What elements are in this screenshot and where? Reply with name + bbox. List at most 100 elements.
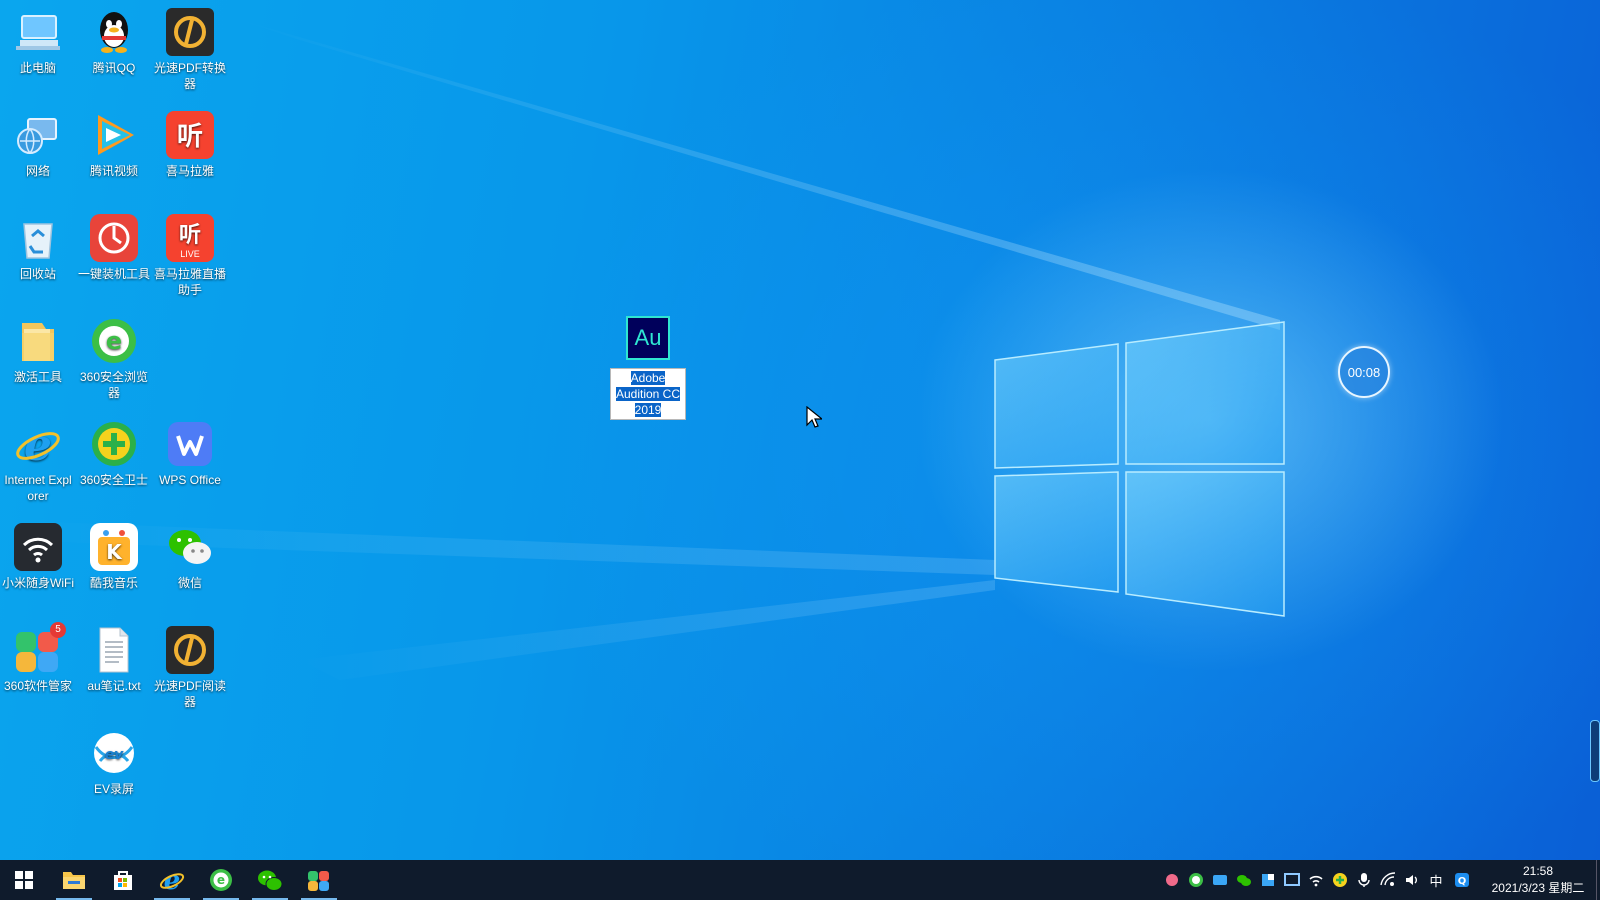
desktop-icon-label: 腾讯视频 bbox=[89, 164, 138, 178]
desktop-icon-label: 小米随身WiFi bbox=[2, 576, 74, 590]
ximalaya-live-icon: 听 LIVE bbox=[166, 214, 214, 262]
wechat-icon bbox=[166, 523, 214, 571]
tray-wifi-icon[interactable] bbox=[1306, 870, 1326, 890]
this-pc-icon bbox=[14, 8, 62, 56]
taskbar-wechat[interactable] bbox=[246, 860, 294, 900]
pdf-converter-icon bbox=[166, 8, 214, 56]
file-explorer-icon bbox=[63, 872, 85, 889]
desktop-icon-360-security[interactable]: 360安全卫士 bbox=[76, 414, 152, 488]
taskbar-file-explorer[interactable] bbox=[50, 860, 98, 900]
recycle-bin-icon bbox=[14, 214, 62, 262]
tray-wechat-icon[interactable] bbox=[1234, 870, 1254, 890]
network-icon bbox=[14, 111, 62, 159]
desktop-icon-xiaomi-wifi[interactable]: 小米随身WiFi bbox=[0, 517, 76, 591]
desktop-icon-label: 360安全浏览器 bbox=[79, 370, 149, 400]
label-line: Adobe bbox=[630, 371, 666, 385]
side-volume-handle[interactable] bbox=[1590, 720, 1600, 782]
desktop-icon-label: 微信 bbox=[177, 576, 202, 590]
desktop-icon-label: 360安全卫士 bbox=[79, 473, 149, 487]
wallpaper-windows-logo bbox=[0, 20, 1285, 680]
svg-text:e: e bbox=[24, 420, 52, 468]
qq-penguin-icon bbox=[90, 8, 138, 56]
desktop-icon-ximalaya-live[interactable]: 听 LIVE 喜马拉雅直播助手 bbox=[152, 208, 228, 298]
desktop[interactable]: 此电脑 网络 回收站 激活工具 e Internet Explorer 小米随身… bbox=[0, 0, 1600, 860]
desktop-icon-install-tool[interactable]: 一键装机工具 bbox=[76, 208, 152, 282]
desktop-icon-wechat[interactable]: 微信 bbox=[152, 517, 228, 591]
desktop-icon-label: 喜马拉雅直播助手 bbox=[154, 267, 227, 297]
desktop-icon-ev-recorder[interactable]: ev EV录屏 bbox=[76, 723, 152, 797]
desktop-icon-recycle-bin[interactable]: 回收站 bbox=[0, 208, 76, 282]
taskbar-internet-explorer[interactable]: e bbox=[148, 860, 196, 900]
mouse-cursor-icon bbox=[806, 406, 822, 428]
svg-text:K: K bbox=[106, 540, 123, 564]
desktop-icon-tencent-video[interactable]: 腾讯视频 bbox=[76, 105, 152, 179]
folder-icon bbox=[14, 317, 62, 365]
svg-text:Q: Q bbox=[1458, 876, 1467, 887]
desktop-icon-label: 酷我音乐 bbox=[89, 576, 138, 590]
svg-text:ev: ev bbox=[105, 747, 124, 763]
tray-app-icon[interactable] bbox=[1258, 870, 1278, 890]
taskbar-clock[interactable]: 21:58 2021/3/23 星期二 bbox=[1480, 863, 1596, 897]
desktop-icon-360-software-manager[interactable]: 5 360软件管家 bbox=[0, 620, 76, 694]
tray-ime-indicator[interactable]: 中 bbox=[1426, 870, 1446, 890]
desktop-icon-pdf-reader[interactable]: 光速PDF阅读器 bbox=[152, 620, 228, 710]
svg-text:e: e bbox=[106, 327, 122, 355]
ximalaya-icon: 听 bbox=[166, 111, 214, 159]
tray-volume-icon[interactable] bbox=[1402, 870, 1422, 890]
clock-time: 21:58 bbox=[1522, 864, 1554, 878]
tray-qq-icon[interactable] bbox=[1210, 870, 1230, 890]
notification-badge: 5 bbox=[50, 622, 66, 638]
taskbar-360-software-manager[interactable] bbox=[295, 860, 343, 900]
desktop-icon-kuwo-music[interactable]: K 酷我音乐 bbox=[76, 517, 152, 591]
ev-recorder-icon: ev bbox=[90, 729, 138, 777]
desktop-icon-label: EV录屏 bbox=[93, 782, 134, 796]
taskbar: e e 中 Q 21:58 2021/3/23 星期二 bbox=[0, 860, 1600, 900]
desktop-icon-wps-office[interactable]: WPS Office bbox=[152, 414, 228, 488]
tray-screen-icon[interactable] bbox=[1282, 870, 1302, 890]
tray-microphone-icon[interactable] bbox=[1354, 870, 1374, 890]
tray-network-icon[interactable] bbox=[1378, 870, 1398, 890]
label-line: 2019 bbox=[634, 403, 662, 417]
desktop-icon-internet-explorer[interactable]: e Internet Explorer bbox=[0, 414, 76, 504]
internet-explorer-icon: e bbox=[159, 867, 185, 893]
desktop-icon-pdf-converter[interactable]: 光速PDF转换器 bbox=[152, 2, 228, 92]
tencent-video-icon bbox=[90, 111, 138, 159]
taskbar-store[interactable] bbox=[99, 860, 147, 900]
show-desktop-button[interactable] bbox=[1596, 860, 1600, 900]
wechat-icon bbox=[258, 870, 283, 891]
software-manager-360-icon: 5 bbox=[14, 622, 66, 674]
desktop-icon-network[interactable]: 网络 bbox=[0, 105, 76, 179]
start-icon bbox=[15, 871, 33, 889]
desktop-icon-activation-tool[interactable]: 激活工具 bbox=[0, 311, 76, 385]
tray-q-icon[interactable]: Q bbox=[1452, 870, 1472, 890]
desktop-icon-label: Internet Explorer bbox=[4, 473, 72, 503]
svg-text:听: 听 bbox=[177, 122, 203, 152]
desktop-icon-label: 一键装机工具 bbox=[78, 267, 151, 281]
security-360-icon bbox=[90, 420, 138, 468]
start-button[interactable] bbox=[0, 860, 48, 900]
desktop-icon-label: WPS Office bbox=[159, 473, 221, 487]
desktop-icon-au-notes[interactable]: au笔记.txt bbox=[76, 620, 152, 694]
desktop-icon-this-pc[interactable]: 此电脑 bbox=[0, 2, 76, 76]
desktop-icon-360-browser[interactable]: e 360安全浏览器 bbox=[76, 311, 152, 401]
kuwo-music-icon: K bbox=[90, 523, 138, 571]
tray-kuwo-icon[interactable] bbox=[1162, 870, 1182, 890]
pdf-reader-icon bbox=[166, 626, 214, 674]
clock-date: 2021/3/23 星期二 bbox=[1491, 881, 1585, 895]
internet-explorer-icon: e bbox=[14, 420, 62, 471]
browser-360-icon: e bbox=[210, 869, 232, 891]
desktop-icon-adobe-audition[interactable]: Au Adobe Audition CC 2019 bbox=[608, 310, 688, 420]
desktop-icon-label: 网络 bbox=[25, 164, 50, 178]
tray-360-security-icon[interactable] bbox=[1330, 870, 1350, 890]
desktop-icon-label: 光速PDF阅读器 bbox=[154, 679, 227, 709]
taskbar-360-browser[interactable]: e bbox=[197, 860, 245, 900]
wifi-icon bbox=[14, 523, 62, 571]
tray-360-browser-icon[interactable] bbox=[1186, 870, 1206, 890]
desktop-icon-ximalaya[interactable]: 听 喜马拉雅 bbox=[152, 105, 228, 179]
desktop-icon-tencent-qq[interactable]: 腾讯QQ bbox=[76, 2, 152, 76]
recording-timer[interactable]: 00:08 bbox=[1338, 346, 1390, 398]
svg-text:e: e bbox=[217, 873, 225, 887]
audition-glyph: Au bbox=[626, 316, 670, 360]
renaming-label[interactable]: Adobe Audition CC 2019 bbox=[610, 368, 686, 420]
label-line: Audition CC bbox=[615, 387, 681, 401]
